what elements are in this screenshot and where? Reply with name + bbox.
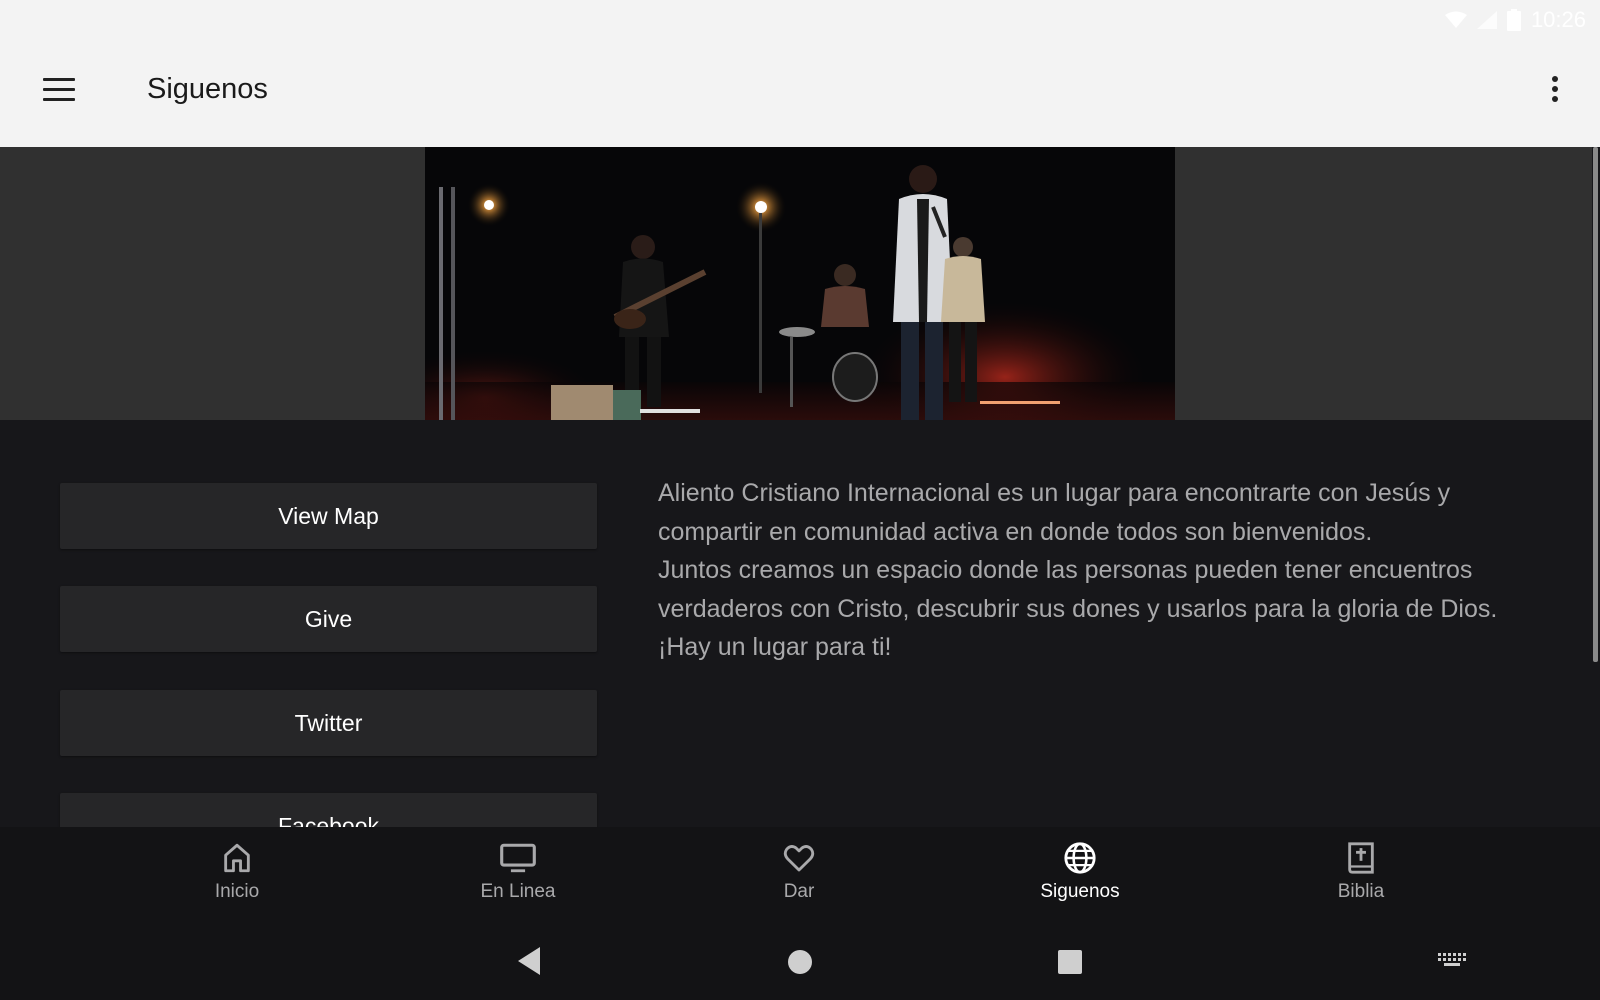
back-icon[interactable] xyxy=(516,946,542,976)
status-bar: 10:26 xyxy=(0,0,1600,40)
nav-item-biblia[interactable]: Biblia xyxy=(1291,841,1431,917)
page-title: Siguenos xyxy=(147,73,268,105)
description-paragraph: Juntos creamos un espacio donde las pers… xyxy=(658,556,1498,623)
recents-icon[interactable] xyxy=(1057,949,1083,975)
content-area: View Map Give Twitter Facebook Aliento C… xyxy=(0,420,1592,827)
twitter-button[interactable]: Twitter xyxy=(60,690,597,756)
nav-label: Inicio xyxy=(214,881,260,902)
heart-icon xyxy=(783,845,815,872)
description-paragraph: ¡Hay un lugar para ti! xyxy=(658,633,892,661)
facebook-button[interactable]: Facebook xyxy=(60,793,597,827)
give-button[interactable]: Give xyxy=(60,586,597,652)
monitor-icon xyxy=(500,843,536,873)
bible-icon xyxy=(1348,842,1374,874)
description-paragraph: Aliento Cristiano Internacional es un lu… xyxy=(658,479,1451,546)
scrollbar[interactable] xyxy=(1593,147,1598,662)
nav-item-en-linea[interactable]: En Linea xyxy=(448,841,588,917)
nav-label: En Linea xyxy=(480,881,556,902)
worship-stage-photo xyxy=(425,147,1175,420)
hero-banner xyxy=(0,147,1592,420)
home-circle-icon[interactable] xyxy=(787,949,813,975)
signal-icon xyxy=(1476,11,1497,29)
nav-item-inicio[interactable]: Inicio xyxy=(167,841,307,917)
nav-label: Siguenos xyxy=(1040,881,1120,902)
system-navigation-bar xyxy=(0,925,1600,1000)
church-description: Aliento Cristiano Internacional es un lu… xyxy=(658,474,1538,667)
status-time: 10:26 xyxy=(1530,7,1586,32)
status-icons: 10:26 xyxy=(1444,7,1586,32)
bottom-navigation: Inicio En Linea Dar Siguenos Biblia xyxy=(0,827,1600,925)
nav-item-siguenos[interactable]: Siguenos xyxy=(1010,841,1150,917)
app-bar: Siguenos xyxy=(0,40,1600,147)
globe-icon xyxy=(1064,842,1096,874)
hamburger-menu-icon[interactable] xyxy=(43,78,75,102)
wifi-icon xyxy=(1444,11,1467,28)
more-vert-icon[interactable] xyxy=(1550,76,1560,106)
home-icon xyxy=(224,843,250,873)
nav-item-dar[interactable]: Dar xyxy=(729,841,869,917)
battery-icon xyxy=(1506,9,1521,31)
nav-label: Biblia xyxy=(1337,881,1385,902)
view-map-button[interactable]: View Map xyxy=(60,483,597,549)
nav-label: Dar xyxy=(783,881,815,902)
keyboard-icon[interactable] xyxy=(1438,953,1466,969)
